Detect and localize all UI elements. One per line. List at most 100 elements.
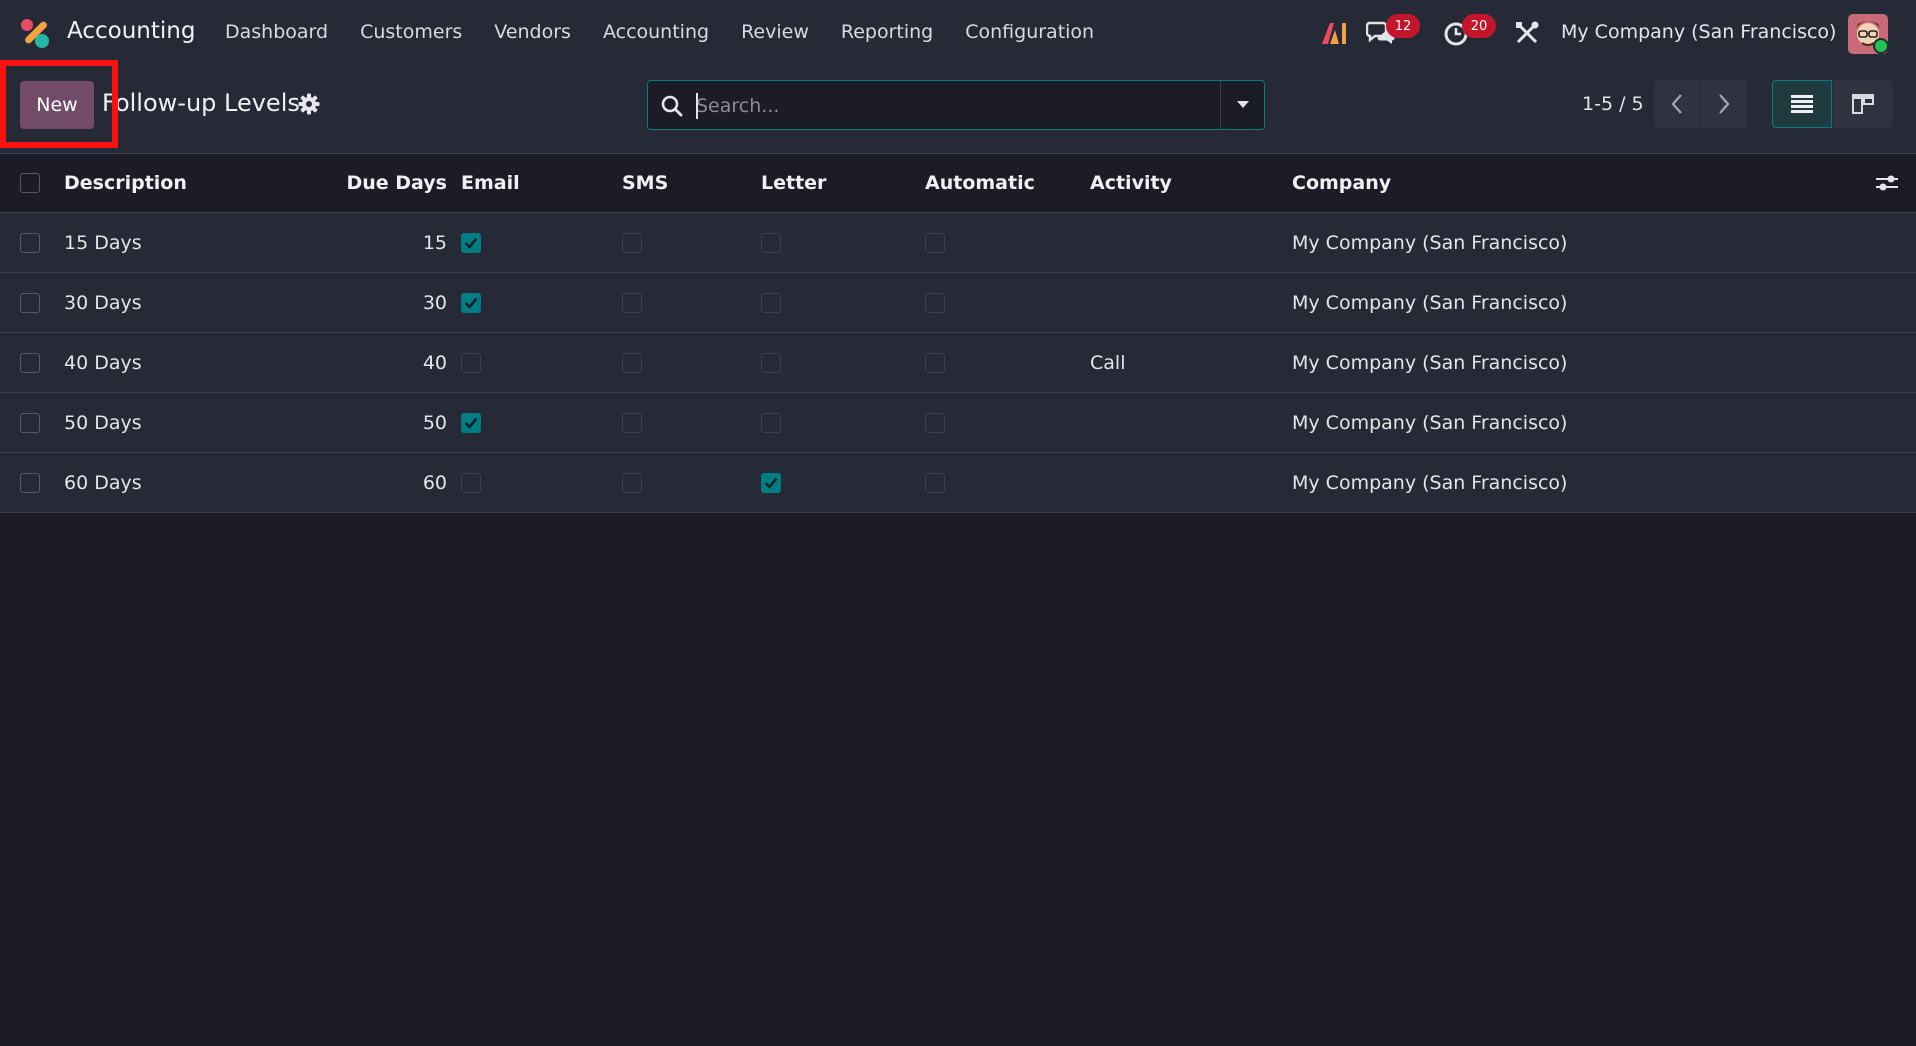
menu-review[interactable]: Review — [741, 21, 809, 43]
main-menu: Dashboard Customers Vendors Accounting R… — [225, 21, 1126, 43]
table-row[interactable]: 40 Days 40 Call My Company (San Francisc… — [0, 333, 1916, 393]
column-header-letter[interactable]: Letter — [761, 154, 826, 212]
messages-count-badge: 12 — [1386, 14, 1420, 38]
search-options-toggle[interactable] — [1220, 81, 1264, 129]
row-select-checkbox[interactable] — [20, 472, 40, 493]
due-days-cell: 60 — [422, 471, 447, 494]
row-select-checkbox[interactable] — [20, 292, 40, 313]
description-cell: 40 Days — [64, 351, 142, 374]
letter-cell — [761, 393, 781, 452]
menu-vendors[interactable]: Vendors — [494, 21, 571, 43]
row-select-cell — [20, 393, 40, 452]
pager-previous-button[interactable] — [1654, 80, 1700, 128]
menu-customers[interactable]: Customers — [360, 21, 462, 43]
letter-checkbox — [761, 472, 781, 493]
letter-cell — [761, 453, 781, 512]
company-cell: My Company (San Francisco) — [1292, 231, 1568, 254]
optional-columns-toggle[interactable] — [1876, 154, 1898, 212]
company-cell: My Company (San Francisco) — [1292, 291, 1568, 314]
top-navbar: Accounting Dashboard Customers Vendors A… — [0, 0, 1916, 66]
letter-cell — [761, 273, 781, 332]
kanban-view-button[interactable] — [1833, 80, 1893, 128]
table-body: 15 Days 15 My Company (San Francisco) 30… — [0, 213, 1916, 513]
menu-dashboard[interactable]: Dashboard — [225, 21, 328, 43]
email-cell — [461, 333, 481, 392]
automatic-checkbox — [925, 412, 945, 433]
description-cell: 60 Days — [64, 471, 142, 494]
text-cursor — [696, 93, 698, 119]
column-header-company[interactable]: Company — [1292, 154, 1391, 212]
new-button[interactable]: New — [20, 81, 94, 129]
due-days-cell: 15 — [422, 231, 447, 254]
table-row[interactable]: 15 Days 15 My Company (San Francisco) — [0, 213, 1916, 273]
column-header-sms[interactable]: SMS — [622, 154, 668, 212]
due-days-cell: 40 — [422, 351, 447, 374]
row-select-cell — [20, 213, 40, 272]
list-view-icon — [1791, 95, 1813, 113]
menu-accounting[interactable]: Accounting — [603, 21, 709, 43]
automatic-checkbox — [925, 232, 945, 253]
description-cell: 50 Days — [64, 411, 142, 434]
menu-reporting[interactable]: Reporting — [841, 21, 933, 43]
sms-cell — [622, 453, 642, 512]
column-header-email[interactable]: Email — [461, 154, 520, 212]
row-select-checkbox[interactable] — [20, 352, 40, 373]
automatic-checkbox — [925, 472, 945, 493]
description-cell: 15 Days — [64, 231, 142, 254]
column-header-automatic[interactable]: Automatic — [925, 154, 1035, 212]
ai-icon[interactable] — [1320, 20, 1348, 46]
automatic-checkbox — [925, 352, 945, 373]
gear-icon[interactable] — [298, 93, 320, 115]
column-header-activity[interactable]: Activity — [1090, 154, 1172, 212]
app-name[interactable]: Accounting — [67, 18, 195, 44]
row-select-checkbox[interactable] — [20, 232, 40, 253]
column-header-due-days[interactable]: Due Days — [300, 154, 447, 212]
automatic-checkbox — [925, 292, 945, 313]
table-row[interactable]: 50 Days 50 My Company (San Francisco) — [0, 393, 1916, 453]
pager-next-button[interactable] — [1701, 80, 1747, 128]
email-checkbox — [461, 412, 481, 433]
activity-cell: Call — [1090, 351, 1126, 374]
search-bar — [647, 80, 1265, 130]
due-days-cell: 50 — [422, 411, 447, 434]
letter-checkbox — [761, 412, 781, 433]
sms-checkbox — [622, 232, 642, 253]
menu-configuration[interactable]: Configuration — [965, 21, 1094, 43]
pager-value[interactable]: 1-5 / 5 — [1582, 93, 1644, 115]
kanban-view-icon — [1852, 94, 1874, 114]
company-cell: My Company (San Francisco) — [1292, 351, 1568, 374]
company-cell: My Company (San Francisco) — [1292, 471, 1568, 494]
activities-count-badge: 20 — [1462, 14, 1496, 38]
sms-cell — [622, 213, 642, 272]
email-checkbox — [461, 472, 481, 493]
company-cell: My Company (San Francisco) — [1292, 411, 1568, 434]
select-all-checkbox[interactable] — [20, 173, 40, 193]
search-icon — [661, 95, 683, 117]
email-cell — [461, 453, 481, 512]
email-cell — [461, 393, 481, 452]
row-select-cell — [20, 273, 40, 332]
table-row[interactable]: 60 Days 60 My Company (San Francisco) — [0, 453, 1916, 513]
sms-checkbox — [622, 472, 642, 493]
sms-cell — [622, 333, 642, 392]
accounting-app-icon[interactable] — [18, 16, 52, 50]
company-switcher[interactable]: My Company (San Francisco) — [1561, 21, 1836, 43]
caret-down-icon — [1236, 101, 1249, 108]
email-checkbox — [461, 352, 481, 373]
sms-cell — [622, 393, 642, 452]
sms-checkbox — [622, 412, 642, 433]
row-select-cell — [20, 333, 40, 392]
tools-icon[interactable] — [1514, 20, 1540, 46]
table-row[interactable]: 30 Days 30 My Company (San Francisco) — [0, 273, 1916, 333]
chevron-right-icon — [1719, 94, 1730, 114]
letter-checkbox — [761, 352, 781, 373]
automatic-cell — [925, 213, 945, 272]
column-header-description[interactable]: Description — [64, 154, 187, 212]
sms-cell — [622, 273, 642, 332]
list-view-button[interactable] — [1772, 80, 1832, 128]
automatic-cell — [925, 453, 945, 512]
row-select-checkbox[interactable] — [20, 412, 40, 433]
letter-cell — [761, 333, 781, 392]
search-input[interactable] — [696, 87, 1196, 125]
description-cell: 30 Days — [64, 291, 142, 314]
